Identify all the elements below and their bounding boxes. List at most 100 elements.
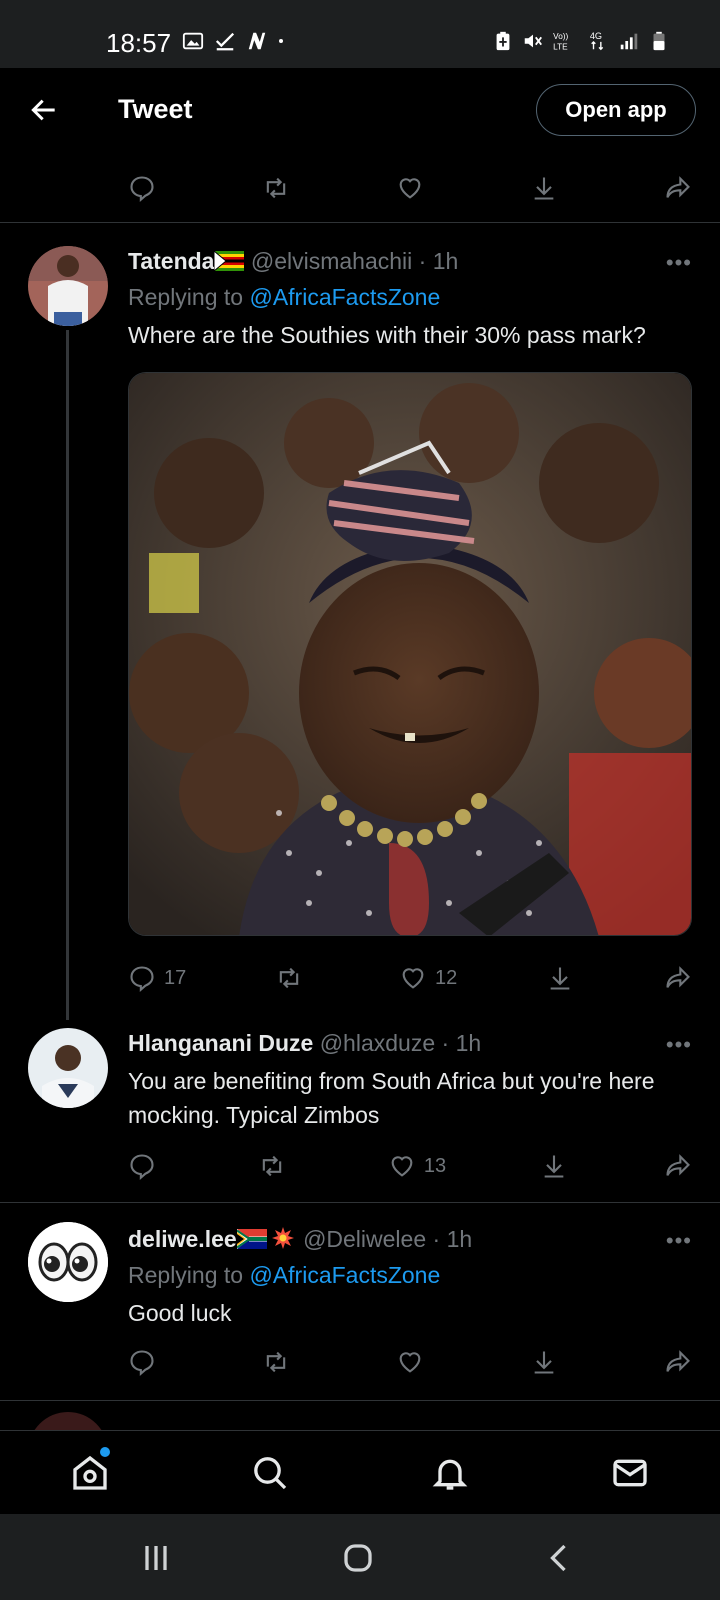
notification-dot	[100, 1447, 110, 1457]
timestamp: · 1h	[441, 1030, 482, 1056]
handle[interactable]: @elvismahachii	[251, 248, 412, 274]
replying-to: Replying to @AfricaFactsZone	[128, 1262, 440, 1289]
share-button[interactable]	[664, 1348, 694, 1376]
n-app-icon	[248, 32, 266, 50]
back-arrow-icon[interactable]	[28, 94, 60, 126]
recents-icon[interactable]	[138, 1540, 174, 1576]
signal-icon	[620, 33, 638, 50]
dot-icon	[279, 39, 283, 43]
status-bar: 18:57 Vo)) LTE 4G	[0, 0, 720, 68]
tweet-photo[interactable]	[128, 372, 692, 936]
timestamp: · 1h	[432, 1226, 473, 1252]
share-icon	[666, 966, 690, 988]
heart-icon	[399, 1352, 421, 1373]
download-arrow-icon	[550, 967, 569, 990]
back-chevron-icon[interactable]	[542, 1540, 578, 1576]
more-options-button[interactable]: •••	[666, 250, 692, 276]
share-button[interactable]	[664, 964, 694, 992]
status-right-icons: Vo)) LTE 4G	[492, 30, 670, 52]
download-arrow-icon	[534, 1351, 554, 1374]
reply-icon	[130, 966, 154, 992]
reply-count: 17	[164, 966, 187, 989]
svg-text:LTE: LTE	[553, 42, 568, 51]
retweet-icon	[279, 967, 298, 989]
like-button[interactable]: 12	[399, 964, 457, 992]
tweet-actions: 13	[128, 1146, 694, 1186]
divider	[0, 1400, 720, 1401]
tweet-header: Hlanganani Duze @hlaxduze · 1h	[128, 1030, 481, 1057]
battery-saver-icon	[496, 31, 510, 51]
like-count: 13	[423, 1154, 447, 1177]
retweet-button[interactable]	[262, 1348, 292, 1376]
more-options-button[interactable]: •••	[666, 1032, 692, 1058]
display-name[interactable]: deliwe.lee	[128, 1226, 237, 1252]
collision-icon	[271, 1227, 294, 1249]
tweet-text: You are benefiting from South Africa but…	[128, 1068, 655, 1128]
reply-button[interactable]	[128, 1152, 164, 1180]
reply-icon	[130, 176, 154, 202]
share-button[interactable]	[664, 1152, 694, 1180]
photo-illustration	[129, 373, 691, 935]
eyes-emoji-icon	[28, 1222, 108, 1302]
retweet-button[interactable]	[262, 174, 292, 202]
handle[interactable]: @Deliwelee	[303, 1226, 426, 1252]
replying-to: Replying to @AfricaFactsZone	[128, 284, 440, 311]
share-button[interactable]	[664, 174, 694, 202]
bookmark-button[interactable]	[540, 1152, 570, 1180]
svg-text:4G: 4G	[590, 31, 602, 41]
mention-link[interactable]: @AfricaFactsZone	[249, 1262, 440, 1288]
bookmark-button[interactable]	[530, 174, 560, 202]
tweet-header: deliwe.lee @Deliwelee · 1h	[128, 1226, 472, 1253]
open-app-button[interactable]: Open app	[536, 84, 696, 136]
retweet-icon	[266, 1351, 286, 1373]
like-button[interactable]	[396, 174, 426, 202]
bookmark-button[interactable]	[530, 1348, 560, 1376]
search-icon[interactable]	[250, 1453, 290, 1493]
messages-icon[interactable]	[610, 1453, 650, 1493]
tweet-actions: 17 12	[128, 958, 694, 998]
notifications-icon[interactable]	[430, 1453, 470, 1493]
replying-prefix: Replying to	[128, 284, 244, 310]
reply-icon	[130, 1154, 154, 1180]
retweet-icon	[266, 177, 286, 199]
bottom-nav	[0, 1430, 720, 1514]
handle[interactable]: @hlaxduze	[320, 1030, 435, 1056]
more-options-button[interactable]: •••	[666, 1228, 692, 1254]
zimbabwe-flag-icon	[213, 249, 245, 273]
prev-tweet-actions	[128, 168, 694, 208]
system-nav	[0, 1514, 720, 1600]
display-name[interactable]: Hlanganani Duze	[128, 1030, 313, 1056]
like-count: 12	[435, 966, 458, 989]
avatar[interactable]	[28, 1222, 108, 1302]
tweet-text: Where are the Southies with their 30% pa…	[128, 322, 646, 348]
heart-icon	[402, 968, 424, 989]
replying-prefix: Replying to	[128, 1262, 244, 1288]
gallery-icon	[182, 32, 204, 50]
display-name[interactable]: Tatenda	[128, 248, 214, 274]
home-icon[interactable]	[70, 1453, 110, 1493]
timestamp: · 1h	[418, 248, 459, 274]
like-button[interactable]: 13	[388, 1152, 446, 1180]
mute-icon	[524, 34, 542, 48]
divider	[0, 222, 720, 223]
next-tweet-peek	[0, 1408, 720, 1430]
status-time: 18:57	[106, 28, 172, 58]
south-africa-flag-icon	[236, 1229, 268, 1249]
reply-button[interactable]	[128, 1348, 158, 1376]
tweet-header: Tatenda @elvismahachii · 1h	[128, 248, 458, 275]
status-left-icons	[182, 30, 290, 52]
download-arrow-icon	[544, 1155, 564, 1178]
reply-button[interactable]	[128, 174, 158, 202]
home-circle-icon[interactable]	[340, 1540, 376, 1576]
page-title: Tweet	[118, 94, 193, 124]
bookmark-button[interactable]	[546, 964, 576, 992]
avatar[interactable]	[28, 246, 108, 326]
retweet-button[interactable]	[258, 1152, 294, 1180]
like-button[interactable]	[396, 1348, 426, 1376]
share-icon	[666, 176, 690, 198]
top-bar: Tweet Open app	[0, 68, 720, 156]
reply-button[interactable]: 17	[128, 964, 186, 992]
retweet-button[interactable]	[275, 964, 311, 992]
avatar[interactable]	[28, 1028, 108, 1108]
mention-link[interactable]: @AfricaFactsZone	[249, 284, 440, 310]
